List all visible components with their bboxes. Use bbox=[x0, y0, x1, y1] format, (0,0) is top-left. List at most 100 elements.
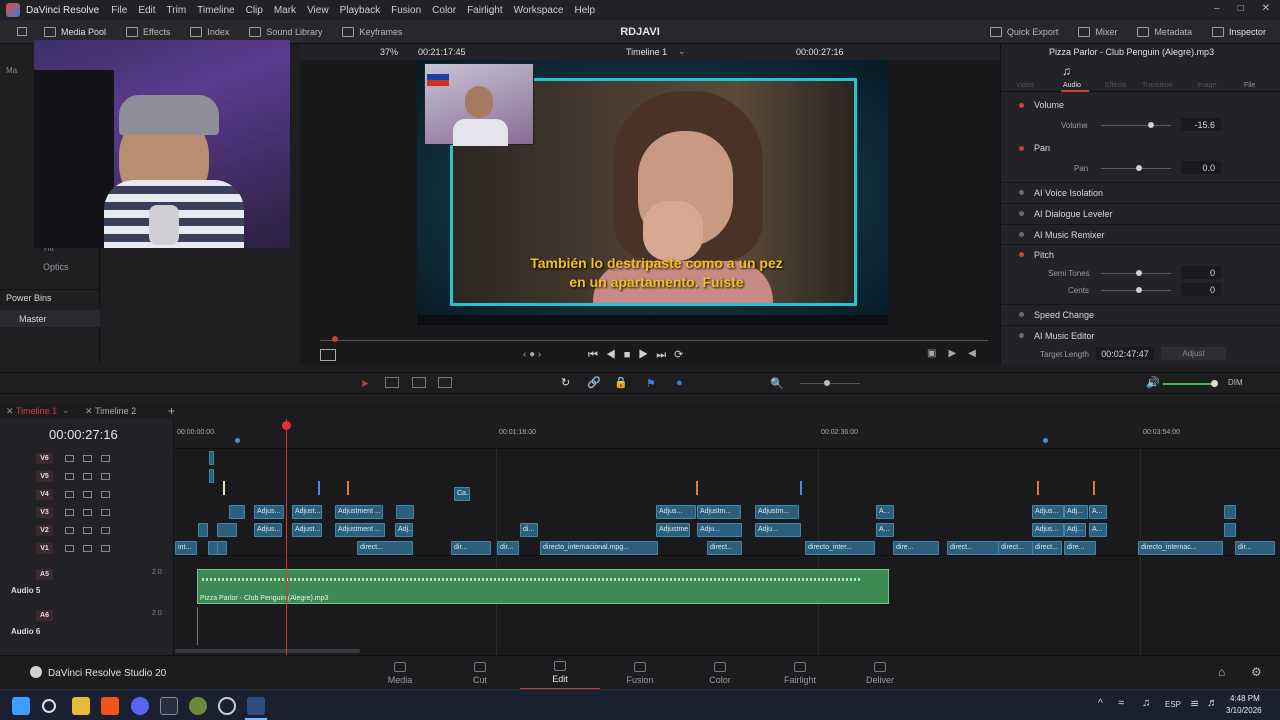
video-clip[interactable]: int... bbox=[175, 541, 197, 555]
speaker-icon[interactable]: 🔊 bbox=[1146, 376, 1160, 389]
track-lock-icon[interactable] bbox=[65, 508, 74, 516]
audio-track-header[interactable]: A5 Audio 5 2.0 bbox=[0, 565, 174, 605]
track-monitor-icon[interactable] bbox=[101, 526, 110, 534]
master-bin[interactable]: Master bbox=[19, 314, 47, 324]
davinci-taskbar-icon[interactable] bbox=[247, 697, 265, 715]
pan-slider-knob[interactable] bbox=[1136, 165, 1142, 171]
track-link-icon[interactable] bbox=[83, 454, 92, 462]
transform-icon[interactable] bbox=[320, 349, 336, 361]
prev-frame-icon[interactable]: ◀ bbox=[968, 348, 988, 359]
video-clip[interactable]: Adjus... bbox=[254, 505, 284, 519]
clip-marker[interactable] bbox=[696, 481, 698, 495]
video-clip[interactable]: Adjus... bbox=[1032, 523, 1064, 537]
menu-playback[interactable]: Playback bbox=[340, 5, 381, 16]
video-clip[interactable]: dire... bbox=[1064, 541, 1096, 555]
dialogue-leveler-enable-icon[interactable] bbox=[1019, 211, 1024, 216]
video-clip[interactable] bbox=[198, 523, 208, 537]
menu-workspace[interactable]: Workspace bbox=[514, 5, 564, 16]
dialogue-leveler-section[interactable]: AI Dialogue Leveler bbox=[1001, 203, 1280, 223]
trim-tool-icon[interactable] bbox=[385, 377, 399, 388]
tray-chevron-icon[interactable]: ^ bbox=[1098, 698, 1103, 709]
dim-button[interactable]: DIM bbox=[1228, 378, 1243, 387]
page-edit[interactable]: Edit bbox=[520, 656, 600, 690]
page-media[interactable]: Media bbox=[360, 656, 440, 690]
stop-icon[interactable]: ■ bbox=[624, 349, 639, 361]
video-clip[interactable]: direct... bbox=[998, 541, 1033, 555]
clip-marker[interactable] bbox=[1093, 481, 1095, 495]
video-clip[interactable] bbox=[209, 469, 214, 483]
video-clip[interactable] bbox=[217, 541, 227, 555]
page-cut[interactable]: Cut bbox=[440, 656, 520, 690]
track-monitor-icon[interactable] bbox=[101, 490, 110, 498]
video-clip[interactable]: Ca... bbox=[454, 487, 470, 501]
menu-timeline[interactable]: Timeline bbox=[197, 5, 234, 16]
timeline-marker[interactable] bbox=[1043, 438, 1048, 443]
volume-icon[interactable]: ♬ bbox=[1207, 697, 1218, 709]
video-clip[interactable]: dir... bbox=[1235, 541, 1275, 555]
timeline-scrollbar[interactable] bbox=[175, 649, 360, 653]
clip-marker[interactable] bbox=[223, 481, 225, 495]
video-clip[interactable]: Adjustment ... bbox=[335, 505, 383, 519]
timeline-ruler[interactable]: 00:00:00:00 00:01:18:00 00:02:36:00 00:0… bbox=[175, 419, 1280, 449]
windows-start-icon[interactable] bbox=[12, 697, 30, 715]
obs-icon[interactable] bbox=[218, 697, 236, 715]
track-monitor-icon[interactable] bbox=[101, 472, 110, 480]
music-remixer-section[interactable]: AI Music Remixer bbox=[1001, 224, 1280, 244]
inspector-button[interactable]: Inspector bbox=[1211, 26, 1266, 37]
zoom-slider[interactable] bbox=[800, 383, 860, 384]
tab-image[interactable]: Image bbox=[1197, 82, 1216, 89]
track-link-icon[interactable] bbox=[83, 544, 92, 552]
video-clip[interactable]: Adjustme... bbox=[656, 523, 690, 537]
speed-change-enable-icon[interactable] bbox=[1019, 312, 1024, 317]
video-clip[interactable] bbox=[396, 505, 414, 519]
bin-label-ma[interactable]: Ma bbox=[6, 66, 17, 75]
settings-gear-icon[interactable]: ⚙ bbox=[1251, 665, 1262, 679]
flag-icon[interactable]: ⚑ bbox=[646, 377, 656, 390]
video-clip[interactable] bbox=[229, 505, 245, 519]
video-frame[interactable]: También lo destripaste como a un pez en … bbox=[417, 60, 888, 325]
tab-audio[interactable]: Audio bbox=[1063, 82, 1081, 89]
semitones-value[interactable]: 0 bbox=[1181, 266, 1221, 279]
volume-enable-icon[interactable] bbox=[1019, 102, 1024, 108]
viewer-scrubber[interactable] bbox=[320, 340, 988, 341]
monitor-volume-knob[interactable] bbox=[1211, 380, 1218, 387]
pan-enable-icon[interactable] bbox=[1019, 145, 1024, 151]
video-clip[interactable]: direct... bbox=[357, 541, 413, 555]
pan-value[interactable]: 0.0 bbox=[1181, 161, 1221, 174]
scrubber-playhead[interactable] bbox=[332, 336, 338, 342]
video-track-header[interactable]: V1 bbox=[0, 539, 174, 557]
network-icon[interactable]: ≈ bbox=[1118, 697, 1124, 709]
target-length-value[interactable]: 00:02:47:47 bbox=[1096, 347, 1154, 360]
timeline-area[interactable]: 00:00:00:00 00:01:18:00 00:02:36:00 00:0… bbox=[175, 419, 1280, 655]
bin-label-optics[interactable]: Optics bbox=[43, 262, 69, 272]
track-lock-icon[interactable] bbox=[65, 490, 74, 498]
menu-clip[interactable]: Clip bbox=[246, 5, 263, 16]
monitor-volume-slider[interactable] bbox=[1163, 383, 1215, 385]
quick-export-button[interactable]: Quick Export bbox=[989, 26, 1058, 37]
tab-chevron-icon[interactable]: ⌄ bbox=[62, 405, 70, 416]
video-clip[interactable]: Adjustm... bbox=[755, 505, 799, 519]
video-clip[interactable]: Adjust... bbox=[292, 523, 322, 537]
pan-section[interactable]: Pan bbox=[1001, 138, 1280, 158]
wifi-icon[interactable]: ≌ bbox=[1190, 697, 1199, 710]
video-clip[interactable]: Adjustment ... bbox=[335, 523, 385, 537]
search-icon[interactable] bbox=[42, 699, 56, 713]
minimize-icon[interactable]: – bbox=[1214, 3, 1220, 14]
tab-timeline-1[interactable]: Timeline 1 bbox=[16, 406, 57, 416]
video-track-header[interactable]: V2 bbox=[0, 521, 174, 539]
zoom-icon[interactable]: 🔍 bbox=[770, 377, 784, 390]
tab-effects[interactable]: Effects bbox=[1105, 82, 1126, 89]
pitch-enable-icon[interactable] bbox=[1019, 252, 1024, 257]
page-deliver[interactable]: Deliver bbox=[840, 656, 920, 690]
media-pool-button[interactable]: Media Pool bbox=[44, 26, 106, 37]
loop-icon[interactable]: ⟳ bbox=[674, 349, 691, 361]
timeline-marker[interactable] bbox=[235, 438, 240, 443]
playhead[interactable] bbox=[286, 419, 287, 655]
menu-file[interactable]: File bbox=[111, 5, 127, 16]
clock-date[interactable]: 3/10/2026 bbox=[1226, 706, 1262, 715]
menu-edit[interactable]: Edit bbox=[138, 5, 155, 16]
video-clip[interactable]: direct... bbox=[707, 541, 742, 555]
video-track-header[interactable]: V6 bbox=[0, 449, 174, 467]
video-clip[interactable]: directo_internac... bbox=[1138, 541, 1223, 555]
maximize-icon[interactable]: □ bbox=[1238, 3, 1244, 14]
